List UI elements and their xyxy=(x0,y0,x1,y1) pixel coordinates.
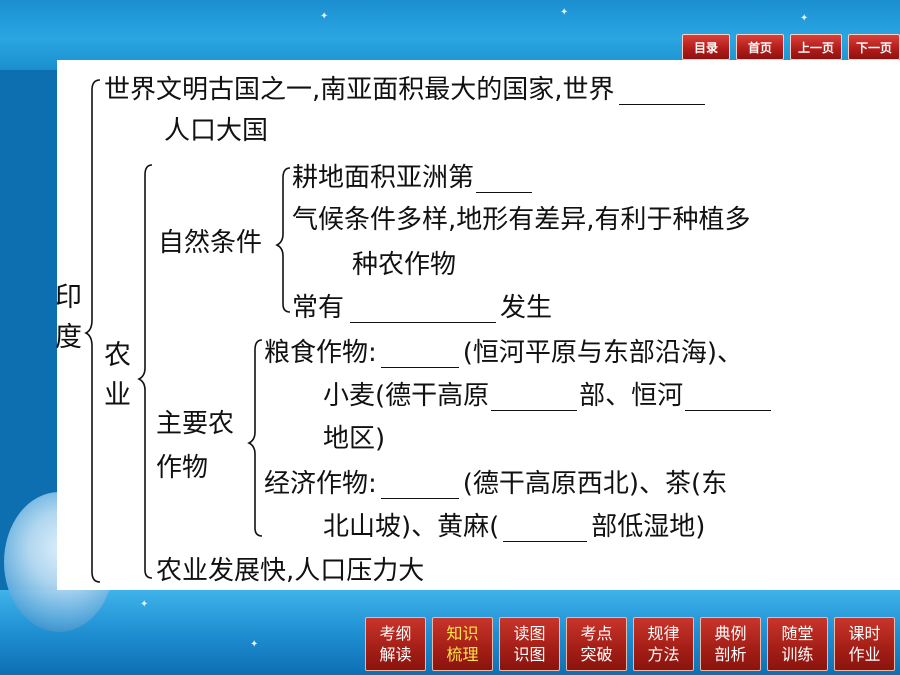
section-tabs: 考纲解读 知识梳理 读图识图 考点突破 规律方法 典例剖析 随堂训练 课时作业 xyxy=(365,617,895,671)
grain-line-3: 地区) xyxy=(323,424,386,454)
econ-line-2: 北山坡)、黄麻( 部低湿地) xyxy=(323,512,705,542)
jute-text: 北山坡)、黄麻( xyxy=(323,512,500,542)
natural-item-2: 气候条件多样,地形有差异,有利于种植多 xyxy=(292,205,751,235)
tab-map-reading[interactable]: 读图 识图 xyxy=(499,617,560,671)
econ-text: 经济作物: xyxy=(264,469,377,499)
jute-text-end: 部低湿地) xyxy=(591,512,706,542)
tab-label: 突破 xyxy=(580,645,613,664)
agriculture-label: 农 业 xyxy=(104,340,131,411)
natural-item-3-text-end: 发生 xyxy=(500,293,553,323)
tab-label: 考点 xyxy=(580,624,613,643)
tab-label: 规律 xyxy=(647,624,680,643)
blank-econ-crop xyxy=(380,472,459,499)
root-label-india: 印 度 xyxy=(55,282,82,353)
tab-homework[interactable]: 课时 作业 xyxy=(834,617,895,671)
tab-key-points[interactable]: 考点 突破 xyxy=(566,617,627,671)
tab-knowledge-review[interactable]: 知识 梳理 xyxy=(432,617,493,671)
tab-label: 课时 xyxy=(848,624,881,643)
tab-methods[interactable]: 规律 方法 xyxy=(633,617,694,671)
blank-population-rank xyxy=(618,78,705,105)
tab-label: 典例 xyxy=(714,624,747,643)
grain-line-2: 小麦(德干高原 部、恒河 xyxy=(323,381,772,411)
tab-examples[interactable]: 典例 剖析 xyxy=(700,617,761,671)
tab-label: 考纲 xyxy=(379,624,412,643)
intro-text: 世界文明古国之一,南亚面积最大的国家,世界 xyxy=(104,75,615,105)
tab-class-practice[interactable]: 随堂 训练 xyxy=(767,617,828,671)
tab-label: 随堂 xyxy=(781,624,814,643)
main-crops-label: 主要农 作物 xyxy=(156,409,235,483)
wheat-text-mid: 部、恒河 xyxy=(579,381,684,411)
tab-label: 识图 xyxy=(513,645,546,664)
wheat-text: 小麦(德干高原 xyxy=(323,381,490,411)
grain-text: 粮食作物: xyxy=(264,338,377,368)
blank-disaster xyxy=(350,296,497,323)
blank-farmland-rank xyxy=(476,166,533,193)
tab-label: 梳理 xyxy=(446,645,479,664)
natural-item-1: 耕地面积亚洲第 xyxy=(292,163,533,193)
tab-label: 剖析 xyxy=(714,645,747,664)
blank-wheat-direction xyxy=(491,384,578,411)
tab-label: 作业 xyxy=(848,645,881,664)
natural-conditions-label: 自然条件 xyxy=(158,228,263,258)
natural-item-2-cont: 种农作物 xyxy=(352,250,457,280)
natural-item-1-text: 耕地面积亚洲第 xyxy=(292,163,475,193)
tab-label: 读图 xyxy=(513,624,546,643)
natural-item-3-text: 常有 xyxy=(292,293,345,323)
tab-label: 训练 xyxy=(781,645,814,664)
intro-line-cont: 人口大国 xyxy=(164,116,269,146)
blank-ganges-region xyxy=(685,384,772,411)
tab-exam-outline[interactable]: 考纲 解读 xyxy=(365,617,426,671)
intro-line: 世界文明古国之一,南亚面积最大的国家,世界 xyxy=(104,75,705,105)
econ-text-end: (德干高原西北)、茶(东 xyxy=(462,469,728,499)
tab-label: 解读 xyxy=(379,645,412,664)
econ-line-1: 经济作物: (德干高原西北)、茶(东 xyxy=(264,469,727,499)
blank-grain-crop xyxy=(380,341,459,368)
grain-line-1: 粮食作物: (恒河平原与东部沿海)、 xyxy=(264,338,743,368)
grain-text-end: (恒河平原与东部沿海)、 xyxy=(462,338,744,368)
conclusion-line: 农业发展快,人口压力大 xyxy=(156,556,425,586)
blank-jute-direction xyxy=(503,515,588,542)
natural-item-3: 常有 发生 xyxy=(292,293,552,323)
tab-label: 方法 xyxy=(647,645,680,664)
tab-label: 知识 xyxy=(446,624,479,643)
